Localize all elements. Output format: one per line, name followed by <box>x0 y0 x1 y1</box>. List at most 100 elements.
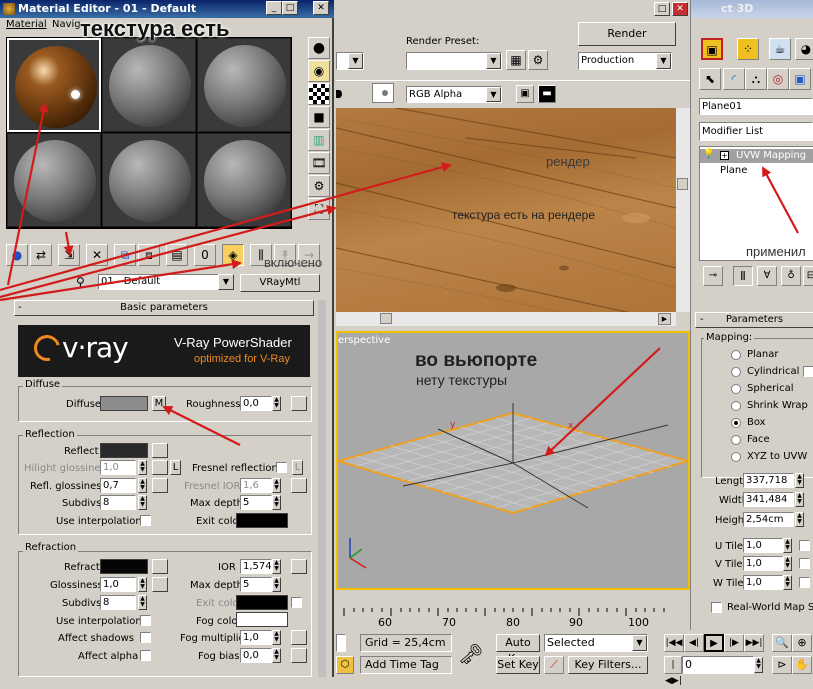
refr-glossiness-spinner[interactable]: ▲ ▼ <box>138 577 147 592</box>
material-effects-channel-icon[interactable]: 0 <box>194 244 216 266</box>
zoom-icon[interactable]: 🔍 <box>772 634 792 652</box>
display-alpha-icon[interactable]: ▣ <box>516 85 534 103</box>
monochrome-icon[interactable]: ▬ <box>538 85 556 103</box>
modifier-list-dropdown[interactable]: Modifier List <box>699 122 813 141</box>
length-field[interactable]: 337,718 <box>743 473 794 488</box>
frame-field[interactable]: 0 <box>682 656 754 674</box>
fresnel-ior-spinner[interactable]: ▲ ▼ <box>272 478 281 493</box>
sample-slot-2[interactable] <box>102 38 196 132</box>
w-tile-spinner[interactable]: ▲ ▼ <box>783 575 792 590</box>
refract-color-swatch[interactable] <box>100 559 148 574</box>
height-field[interactable]: 2,54cm <box>743 512 794 527</box>
pin-stack-icon[interactable]: ⊸ <box>703 266 723 286</box>
sample-type-icon[interactable]: ● <box>308 37 330 59</box>
clear-icon[interactable] <box>382 90 388 96</box>
light-bulb-icon[interactable]: 💡 <box>703 149 714 159</box>
get-material-icon[interactable]: ● <box>6 244 28 266</box>
material-editor-icon[interactable]: ⁘ <box>737 38 759 60</box>
zoom-all-icon[interactable]: ⊕ <box>792 634 812 652</box>
play-icon[interactable]: ▶ <box>704 634 724 652</box>
refr-subdivs-spinner[interactable]: ▲ ▼ <box>138 595 147 610</box>
backlight-icon[interactable]: ◉ <box>308 60 330 82</box>
make-unique-icon[interactable]: ⧈ <box>138 244 160 266</box>
go-to-start-icon[interactable]: |◀◀ <box>664 634 684 652</box>
show-end-result-toggle-icon[interactable]: Ⅱ <box>733 266 753 286</box>
refl-glossiness-spinner[interactable]: ▲ ▼ <box>138 478 147 493</box>
diffuse-map-button[interactable]: M <box>152 396 166 411</box>
refl-glossiness-field[interactable]: 0,7 <box>100 478 136 493</box>
refl-exit-color-swatch[interactable] <box>236 513 288 528</box>
roughness-map-button[interactable] <box>291 396 307 411</box>
radio-xyz-to-uvw[interactable] <box>731 452 741 462</box>
ior-field[interactable]: 1,574 <box>240 559 272 574</box>
sample-slot-5[interactable] <box>102 133 196 227</box>
render-hscroll-thumb[interactable] <box>380 313 392 324</box>
sample-slot-6[interactable] <box>197 133 291 227</box>
radio-spherical[interactable] <box>731 384 741 394</box>
fog-bias-map-button[interactable] <box>291 648 307 663</box>
video-color-check-icon[interactable]: ▥ <box>308 129 330 151</box>
refr-glossiness-field[interactable]: 1,0 <box>100 577 136 592</box>
refl-glossiness-map-button[interactable] <box>152 478 168 493</box>
sample-slot-1[interactable] <box>7 38 101 132</box>
cap-checkbox[interactable] <box>803 366 813 377</box>
refract-map-button[interactable] <box>152 559 168 574</box>
w-tile-flip-checkbox[interactable] <box>799 577 810 588</box>
hilight-lock-button[interactable]: L <box>170 460 181 475</box>
real-world-map-size-checkbox[interactable] <box>711 602 722 613</box>
layer-manager-icon[interactable]: ▣ <box>701 38 723 60</box>
go-to-end-icon[interactable]: ▶▶| <box>744 634 764 652</box>
refr-exit-color-checkbox[interactable] <box>291 597 302 608</box>
refl-max-depth-field[interactable]: 5 <box>240 495 272 510</box>
modify-tab-icon[interactable]: ◜ <box>723 68 745 90</box>
render-vscrollbar[interactable] <box>676 108 690 312</box>
production-arrow[interactable]: ▼ <box>656 53 671 69</box>
auto-key-button[interactable]: Auto Key <box>496 634 540 665</box>
refl-subdivs-spinner[interactable]: ▲ ▼ <box>138 495 147 510</box>
material-type-button[interactable]: VRayMtl <box>240 274 320 292</box>
ior-map-button[interactable] <box>291 559 307 574</box>
radio-face[interactable] <box>731 435 741 445</box>
refl-max-depth-spinner[interactable]: ▲ ▼ <box>272 495 281 510</box>
object-name-field[interactable]: Plane01 <box>699 98 813 115</box>
add-time-tag-icon[interactable]: ⬡ <box>336 656 354 674</box>
width-field[interactable]: 341,484 <box>743 492 794 507</box>
remove-modifier-icon[interactable]: ♁ <box>781 266 801 286</box>
fresnel-ior-map-button[interactable] <box>291 478 307 493</box>
radio-box[interactable] <box>731 418 741 428</box>
make-copy-icon[interactable]: ⧉ <box>114 244 136 266</box>
minimize-button[interactable]: _ <box>266 1 282 15</box>
maximize-button[interactable]: □ <box>282 1 298 15</box>
save-preset-icon[interactable]: ▦ <box>506 50 526 70</box>
material-name-field[interactable]: 01 - Default <box>98 274 234 290</box>
w-tile-field[interactable]: 1,0 <box>743 575 783 590</box>
v-tile-field[interactable]: 1,0 <box>743 556 783 571</box>
u-tile-flip-checkbox[interactable] <box>799 540 810 551</box>
key-mode-icon[interactable]: |◀▶| <box>664 656 682 686</box>
v-tile-flip-checkbox[interactable] <box>799 558 810 569</box>
roughness-field[interactable]: 0,0 <box>240 396 272 411</box>
render-hscroll-right-arrow[interactable]: ▶ <box>658 313 671 325</box>
selected-arrow[interactable]: ▼ <box>632 635 647 651</box>
hilight-glossiness-field[interactable]: 1,0 <box>100 460 136 475</box>
fog-color-swatch[interactable] <box>236 612 288 627</box>
v-tile-spinner[interactable]: ▲ ▼ <box>783 556 792 571</box>
refr-glossiness-map-button[interactable] <box>152 577 168 592</box>
put-to-scene-icon[interactable]: ⇄ <box>30 244 52 266</box>
width-spinner[interactable]: ▲ ▼ <box>795 492 804 507</box>
area-to-render-arrow[interactable]: ▼ <box>348 53 363 69</box>
motion-tab-icon[interactable]: ◎ <box>767 68 789 90</box>
set-key-button[interactable]: Set Key <box>496 656 540 674</box>
make-unique-stack-icon[interactable]: ∀ <box>757 266 777 286</box>
create-tab-icon[interactable]: ⬉ <box>699 68 721 90</box>
radio-cylindrical[interactable] <box>731 367 741 377</box>
fresnel-lock-button[interactable]: L <box>292 460 303 475</box>
fresnel-ior-field[interactable]: 1,6 <box>240 478 272 493</box>
refr-use-interpolation-checkbox[interactable] <box>140 615 151 626</box>
refr-max-depth-field[interactable]: 5 <box>240 577 272 592</box>
channel-arrow[interactable]: ▼ <box>486 87 501 102</box>
stack-item-uvw-mapping[interactable]: 💡 + UVW Mapping <box>700 149 813 163</box>
length-spinner[interactable]: ▲ ▼ <box>795 473 804 488</box>
render-setup-icon[interactable]: ☕ <box>769 38 791 60</box>
stack-item-plane[interactable]: Plane <box>720 165 747 177</box>
